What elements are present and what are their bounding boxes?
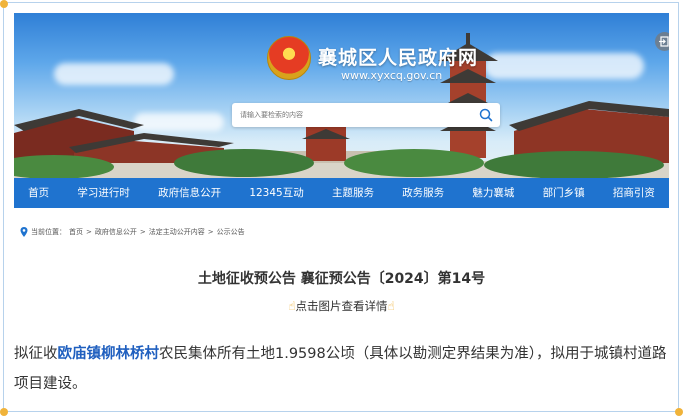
pointing-hand-icon: ☝ [387,299,395,313]
location-pin-icon [20,227,28,237]
search-box [232,103,500,127]
breadcrumb-notices[interactable]: 公示公告 [217,227,245,237]
nav-item-investment[interactable]: 招商引资 [599,178,669,208]
breadcrumb-prefix: 当前位置： [31,228,66,236]
body-text-pre: 拟征收 [14,346,58,362]
corner-dot-bottom-left [0,408,8,416]
corner-dot-bottom-right [675,408,683,416]
breadcrumb-separator: > [207,228,214,236]
breadcrumb-statutory[interactable]: 法定主动公开内容 [149,227,205,237]
exit-icon[interactable] [655,32,669,51]
corner-dot-top-left [0,0,8,8]
main-nav: 首页 学习进行时 政府信息公开 12345互动 主题服务 政务服务 魅力襄城 部… [14,178,669,208]
nav-item-topic-services[interactable]: 主题服务 [318,178,388,208]
breadcrumb-gov-info[interactable]: 政府信息公开 [95,227,137,237]
nav-item-12345[interactable]: 12345互动 [235,178,318,208]
nav-item-study[interactable]: 学习进行时 [63,178,144,208]
nav-item-home[interactable]: 首页 [14,178,63,208]
breadcrumb-home[interactable]: 首页 [69,227,83,237]
breadcrumb: 当前位置： 首页 > 政府信息公开 > 法定主动公开内容 > 公示公告 [20,227,245,237]
site-url: www.xyxcq.gov.cn [341,69,443,82]
image-detail-hint[interactable]: ☝点击图片查看详情☝ [0,298,683,314]
national-emblem-logo [267,36,311,80]
article-title: 土地征收预公告 襄征预公告〔2024〕第14号 [197,271,486,287]
hint-text: 点击图片查看详情 [295,299,388,313]
breadcrumb-separator: > [86,228,92,236]
breadcrumb-separator: > [139,228,146,236]
village-name-highlight: 欧庙镇柳林桥村 [57,346,160,362]
pointing-hand-icon: ☝ [288,299,296,313]
site-title: 襄城区人民政府网 [318,47,479,69]
site-banner: 襄城区人民政府网 www.xyxcq.gov.cn [14,13,669,178]
banner-skyline [14,33,669,178]
search-input[interactable] [240,108,470,122]
nav-item-gov-info[interactable]: 政府信息公开 [144,178,235,208]
nav-item-departments[interactable]: 部门乡镇 [529,178,599,208]
nav-item-gov-services[interactable]: 政务服务 [388,178,458,208]
nav-item-charm-xiangcheng[interactable]: 魅力襄城 [458,178,528,208]
article-body: 拟征收欧庙镇柳林桥村农民集体所有土地1.9598公顷（具体以勘测定界结果为准），… [14,339,669,399]
search-icon[interactable] [478,107,494,123]
